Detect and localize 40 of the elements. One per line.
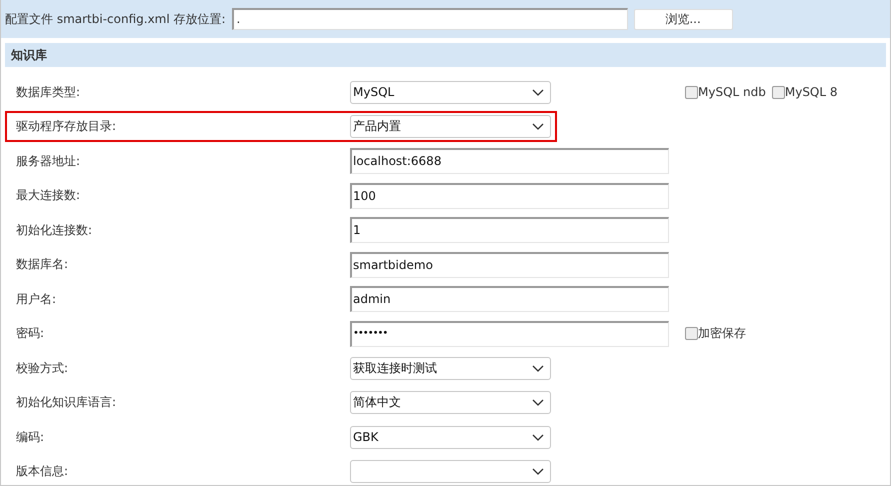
field-label: 初始化连接数: [15,222,94,239]
checkbox-label: MySQL ndb [698,85,766,100]
section-title: 知识库 [11,46,47,64]
chevron-icon [532,434,544,441]
dropdown[interactable]: GBK [350,426,551,449]
field-label: 数据库类型: [15,84,82,101]
field-label: 用户名: [15,290,58,308]
dropdown[interactable]: MySQL [350,80,551,104]
dropdown[interactable]: 获取连接时测试 [350,356,551,380]
field-label: 驱动程序存放目录: [15,118,118,136]
field-label: 校验方式: [15,360,70,377]
checkbox[interactable] [772,86,785,99]
input-field[interactable]: 100 [350,182,669,209]
dropdown[interactable]: 产品内置 [350,115,551,138]
input-field[interactable]: smartbidemo [350,252,669,278]
dropdown[interactable]: 简体中文 [350,391,551,414]
config-label: 配置文件 smartbi-config.xml 存放位置: [5,10,226,28]
checkbox[interactable] [685,86,698,99]
checkbox-label: MySQL 8 [784,85,838,100]
checkbox-label: 加密保存 [698,325,746,342]
field-label: 数据库名: [15,256,70,274]
chevron-icon [532,468,544,476]
chevron-icon [532,88,544,96]
chevron-icon [532,364,544,372]
field-label: 最大连接数: [15,187,82,204]
dropdown[interactable] [350,460,551,484]
field-label: 密码: [15,325,46,342]
field-label: 版本信息: [15,463,70,480]
field-label: 编码: [15,428,46,446]
field-label: 服务器地址: [15,152,82,170]
input-field[interactable]: ••••••• [350,320,669,347]
chevron-icon [532,123,544,130]
input-field[interactable]: 1 [350,217,669,244]
input-field[interactable]: localhost:6688 [350,148,669,174]
chevron-icon [532,399,544,406]
path-field[interactable]: . [232,8,628,30]
checkbox[interactable] [685,327,698,340]
input-field[interactable]: admin [350,286,669,312]
browse-button[interactable]: 浏览... [634,8,733,30]
field-label: 初始化知识库语言: [15,394,118,412]
